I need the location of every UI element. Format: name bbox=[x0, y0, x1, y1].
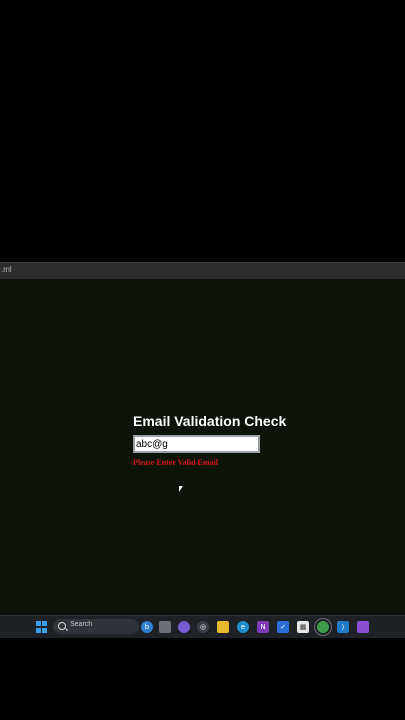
mouse-cursor-icon bbox=[179, 486, 183, 492]
widget-icon[interactable]: ◎ bbox=[197, 621, 209, 633]
url-text[interactable]: .ml bbox=[1, 265, 12, 274]
page-content: Email Validation Check Please Enter Vali… bbox=[0, 279, 405, 615]
bottom-letterbox bbox=[0, 638, 405, 720]
calendar-icon[interactable]: ▦ bbox=[297, 621, 309, 633]
edge-icon[interactable]: e bbox=[237, 621, 249, 633]
chat-icon[interactable] bbox=[178, 621, 190, 633]
task-view-icon[interactable] bbox=[159, 621, 171, 633]
email-field[interactable] bbox=[133, 435, 260, 453]
copilot-icon[interactable]: b bbox=[141, 621, 153, 633]
todo-icon[interactable]: ✓ bbox=[277, 621, 289, 633]
search-icon bbox=[58, 622, 66, 630]
error-message: Please Enter Valid Email bbox=[133, 458, 218, 467]
windows-start-icon[interactable] bbox=[36, 621, 48, 633]
search-label: Search bbox=[70, 621, 93, 628]
app-icon[interactable] bbox=[357, 621, 369, 633]
taskbar-search[interactable]: Search bbox=[53, 619, 139, 634]
file-explorer-icon[interactable] bbox=[217, 621, 229, 633]
page-title: Email Validation Check bbox=[133, 413, 287, 429]
top-letterbox bbox=[0, 0, 405, 262]
taskbar: Search b ◎ e N ✓ ▦ ⟩ bbox=[0, 615, 405, 638]
chrome-icon[interactable] bbox=[317, 621, 329, 633]
onenote-icon[interactable]: N bbox=[257, 621, 269, 633]
vscode-icon[interactable]: ⟩ bbox=[337, 621, 349, 633]
browser-address-bar[interactable]: .ml bbox=[0, 262, 405, 280]
